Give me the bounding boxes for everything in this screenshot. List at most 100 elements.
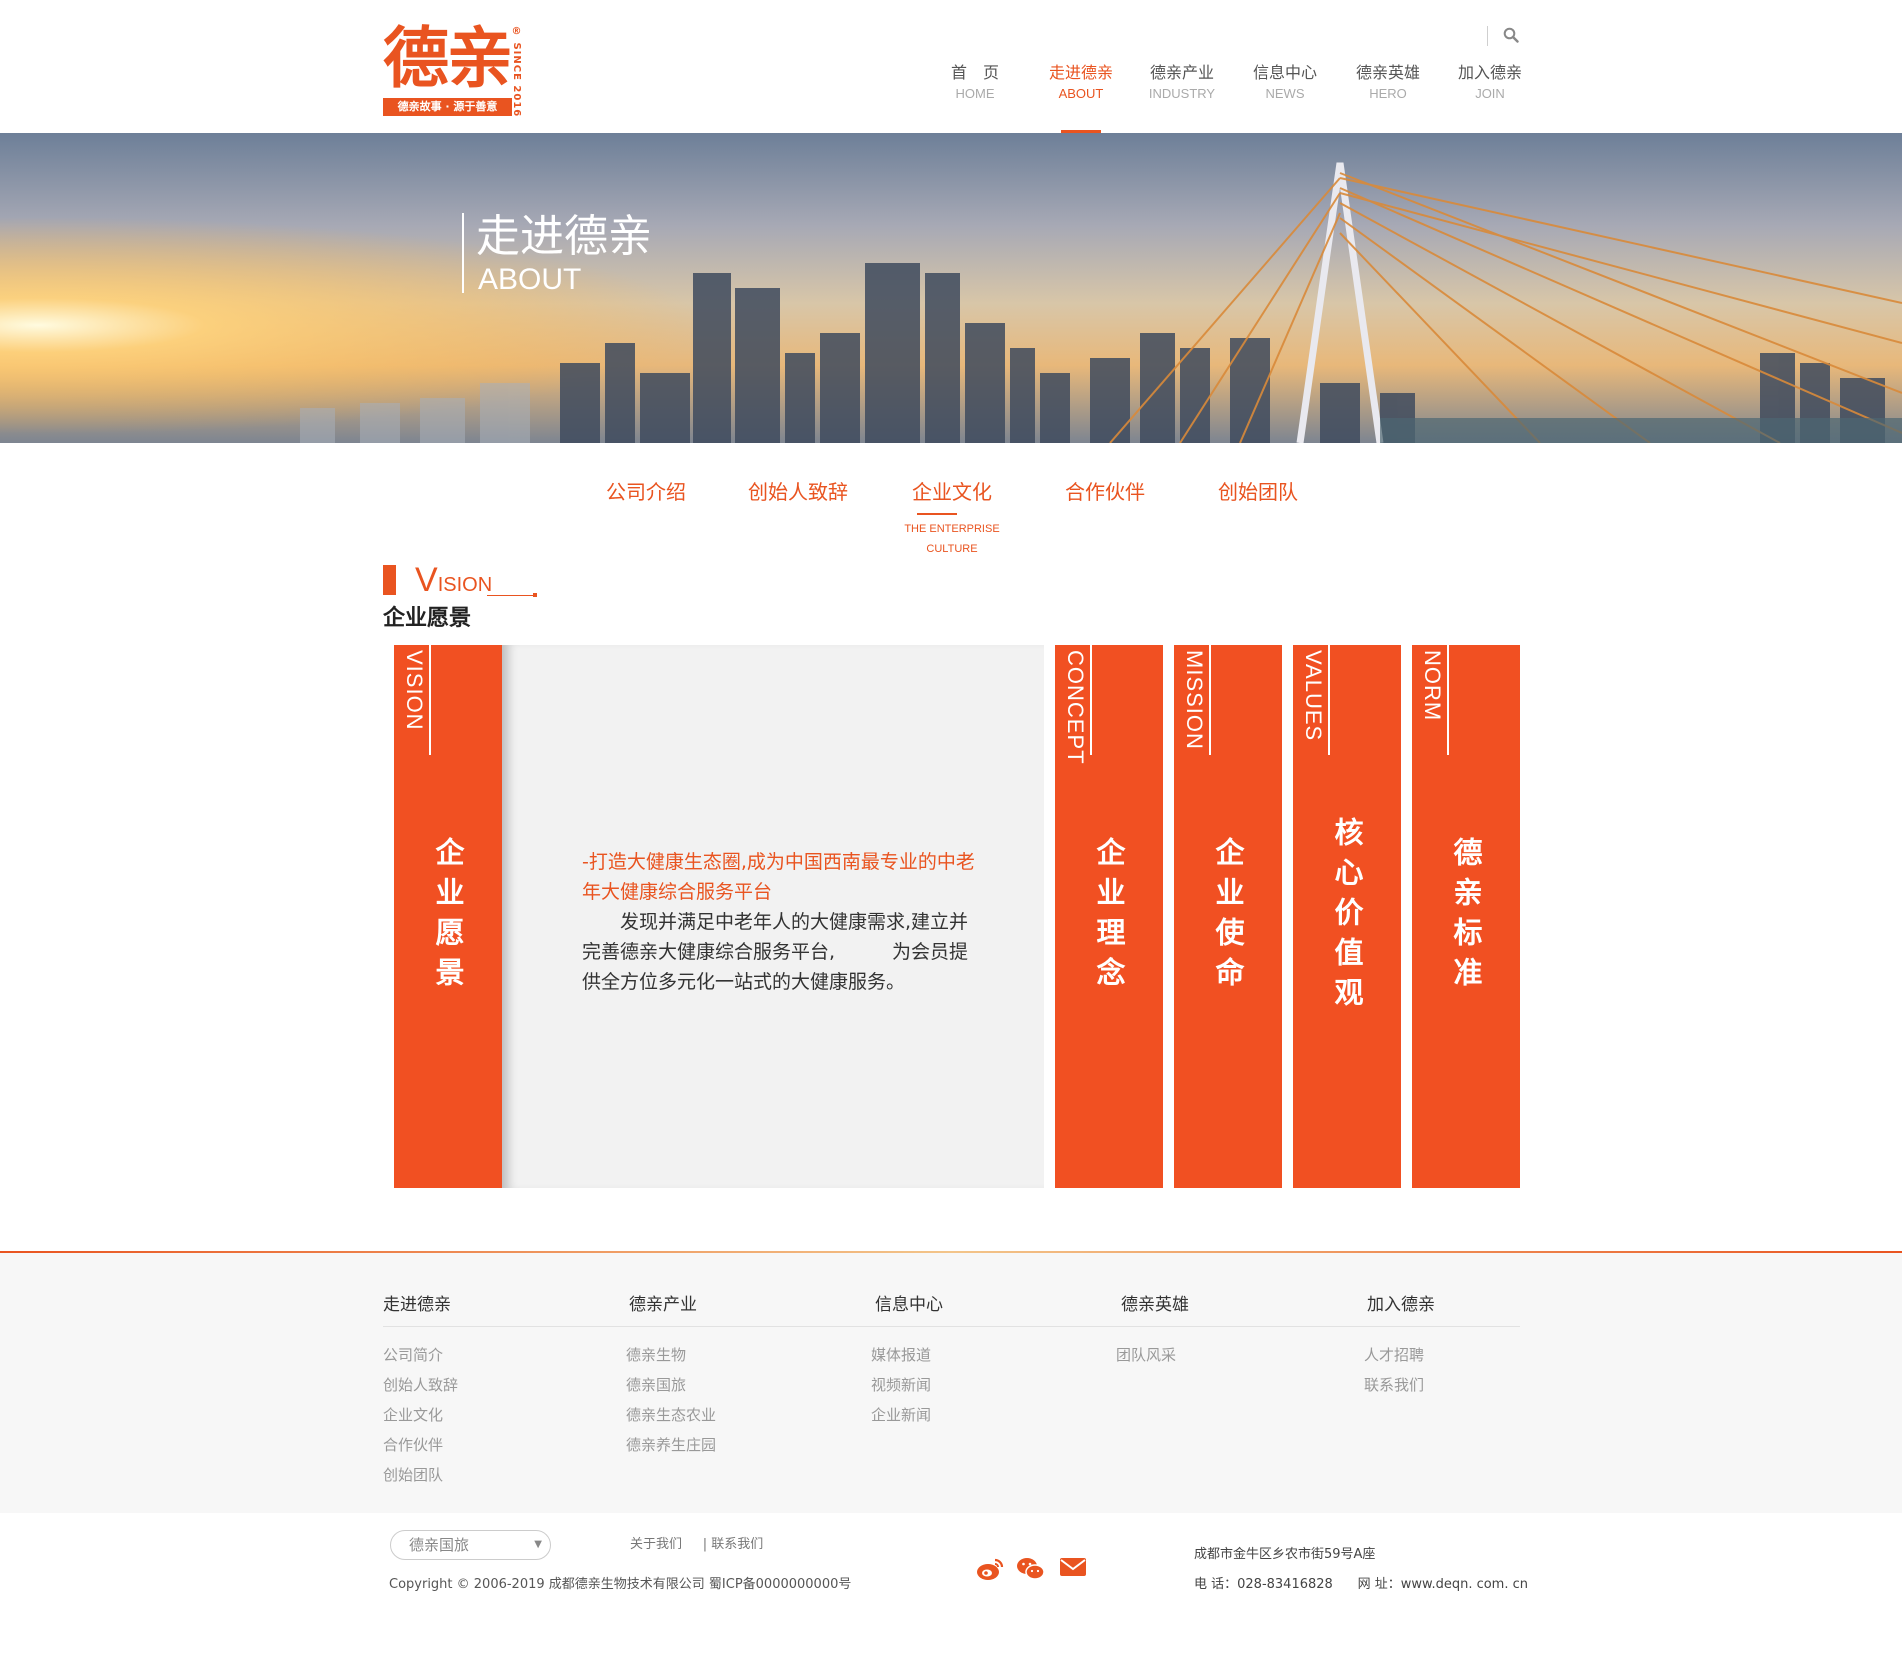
footer-column-industry: 德亲产业 xyxy=(629,1290,869,1320)
nav-sublabel: ABOUT xyxy=(1058,86,1104,101)
card-cn-label: 德亲标准 xyxy=(1449,836,1483,997)
contact-link[interactable]: | 联系我们 xyxy=(703,1537,764,1552)
footer-column-head[interactable]: 加入德亲 xyxy=(1367,1290,1607,1320)
logo[interactable]: 德亲 ® SINCE 2016 德亲故事 · 源于善意 xyxy=(383,22,531,118)
section-title-dot xyxy=(533,593,537,597)
banner: 走进德亲 ABOUT xyxy=(0,133,1902,443)
banner-accent-bar xyxy=(462,213,464,293)
footer-links-news: 媒体报道 视频新闻 企业新闻 xyxy=(871,1340,931,1430)
nav-label: 加入德亲 xyxy=(1457,63,1522,82)
footer-column-head[interactable]: 走进德亲 xyxy=(383,1290,623,1320)
bottom-bar xyxy=(0,1513,1902,1663)
section-marker xyxy=(383,565,396,595)
card-concept[interactable]: CONCEPT 企业理念 xyxy=(1055,645,1163,1188)
logo-since: ® SINCE 2016 xyxy=(511,26,522,118)
contact-address: 成都市金牛区乡农市街59号A座 xyxy=(1194,1547,1376,1562)
nav-item-news[interactable]: 信息中心 NEWS xyxy=(1240,62,1330,104)
footer-links-industry: 德亲生物 德亲国旅 德亲生态农业 德亲养生庄园 xyxy=(626,1340,716,1460)
search-icon[interactable] xyxy=(1503,27,1519,43)
footer-link[interactable]: 德亲生物 xyxy=(626,1340,716,1370)
card-cn-label: 企业愿景 xyxy=(431,836,465,997)
nav-sublabel: NEWS xyxy=(1265,86,1305,101)
section-title-en: VISION xyxy=(415,561,493,599)
chevron-down-icon: ▼ xyxy=(534,1539,542,1550)
section-title-underline xyxy=(487,595,537,596)
search-divider xyxy=(1487,26,1488,46)
site-select[interactable]: 德亲国旅 ▼ xyxy=(390,1530,551,1560)
tab-label: 创始人致辞 xyxy=(748,480,848,504)
footer-link[interactable]: 视频新闻 xyxy=(871,1370,931,1400)
footer-link[interactable]: 创始团队 xyxy=(383,1460,458,1490)
footer-link[interactable]: 公司简介 xyxy=(383,1340,458,1370)
footer-head-divider xyxy=(383,1326,1520,1327)
tab-enterprise-culture[interactable]: 企业文化 THE ENTERPRISE CULTURE xyxy=(887,475,1017,559)
tab-sublabel: THE ENTERPRISE CULTURE xyxy=(904,523,1000,555)
footer-link[interactable]: 联系我们 xyxy=(1364,1370,1424,1400)
footer-link[interactable]: 人才招聘 xyxy=(1364,1340,1424,1370)
weibo-icon[interactable] xyxy=(976,1556,1004,1582)
nav-sublabel: INDUSTRY xyxy=(1148,86,1216,101)
nav-item-hero[interactable]: 德亲英雄 HERO xyxy=(1343,62,1433,104)
footer-link[interactable]: 德亲国旅 xyxy=(626,1370,716,1400)
card-cn-label: 企业使命 xyxy=(1211,836,1245,997)
footer-column-join: 加入德亲 xyxy=(1367,1290,1607,1320)
card-mission[interactable]: MISSION 企业使命 xyxy=(1174,645,1282,1188)
footer-column-head[interactable]: 信息中心 xyxy=(875,1290,1115,1320)
card-cn-label: 企业理念 xyxy=(1092,836,1126,997)
footer-link[interactable]: 团队风采 xyxy=(1116,1340,1176,1370)
card-norm[interactable]: NORM 德亲标准 xyxy=(1412,645,1520,1188)
nav-item-join[interactable]: 加入德亲 JOIN xyxy=(1445,62,1535,104)
card-cn-wrap: 德亲标准 xyxy=(1412,645,1520,1188)
footer-column-hero: 德亲英雄 xyxy=(1121,1290,1361,1320)
footer-links-join: 人才招聘 联系我们 xyxy=(1364,1340,1424,1400)
nav-item-industry[interactable]: 德亲产业 INDUSTRY xyxy=(1137,62,1227,104)
footer-link[interactable]: 媒体报道 xyxy=(871,1340,931,1370)
tab-active-underline xyxy=(917,513,957,515)
tab-company-intro[interactable]: 公司介绍 xyxy=(581,475,711,509)
card-cn-wrap: 企业使命 xyxy=(1174,645,1282,1188)
footer-link[interactable]: 企业新闻 xyxy=(871,1400,931,1430)
tab-founding-team[interactable]: 创始团队 xyxy=(1193,475,1323,509)
tab-label: 合作伙伴 xyxy=(1065,480,1145,504)
banner-subtitle: ABOUT xyxy=(478,263,582,296)
site-select-value: 德亲国旅 xyxy=(409,1536,470,1554)
footer-link[interactable]: 合作伙伴 xyxy=(383,1430,458,1460)
wechat-icon[interactable] xyxy=(1016,1556,1045,1582)
contact-phone-website: 电 话：028-83416828 网 址：www.deqn. com. cn xyxy=(1194,1575,1528,1595)
tab-partners[interactable]: 合作伙伴 xyxy=(1040,475,1170,509)
footer-links-about: 公司简介 创始人致辞 企业文化 合作伙伴 创始团队 xyxy=(383,1340,458,1490)
card-vision[interactable]: VISION 企业愿景 xyxy=(394,645,502,1188)
footer-column-head[interactable]: 德亲英雄 xyxy=(1121,1290,1361,1320)
banner-cityscape xyxy=(0,133,1902,443)
header: 德亲 ® SINCE 2016 德亲故事 · 源于善意 首 页 HOME 走进德亲… xyxy=(0,0,1902,133)
copyright: Copyright © 2006-2019 成都德亲生物技术有限公司 蜀ICP备… xyxy=(389,1577,852,1592)
nav-sublabel: JOIN xyxy=(1475,86,1505,101)
footer-link[interactable]: 企业文化 xyxy=(383,1400,458,1430)
vision-body: 发现并满足中老年人的大健康需求,建立并完善德亲大健康综合服务平台, 为会员提供全… xyxy=(582,911,969,993)
vision-title: -打造大健康生态圈,成为中国西南最专业的中老年大健康综合服务平台 xyxy=(582,851,975,903)
section-title-cn: 企业愿景 xyxy=(383,606,472,631)
footer-link[interactable]: 德亲生态农业 xyxy=(626,1400,716,1430)
footer-column-about: 走进德亲 xyxy=(383,1290,623,1320)
card-values[interactable]: VALUES 核心价值观 xyxy=(1293,645,1401,1188)
nav-label: 德亲英雄 xyxy=(1355,63,1420,82)
nav-sublabel: HOME xyxy=(955,86,995,101)
nav-label: 走进德亲 xyxy=(1048,63,1113,82)
tab-founder-speech[interactable]: 创始人致辞 xyxy=(733,475,863,509)
footer-link[interactable]: 创始人致辞 xyxy=(383,1370,458,1400)
card-cn-label: 核心价值观 xyxy=(1330,816,1364,1017)
nav-item-home[interactable]: 首 页 HOME xyxy=(930,62,1020,104)
nav-label: 首 页 xyxy=(950,63,999,82)
nav-label: 德亲产业 xyxy=(1149,63,1214,82)
footer-column-head[interactable]: 德亲产业 xyxy=(629,1290,869,1320)
mail-icon[interactable] xyxy=(1059,1556,1087,1582)
nav-label: 信息中心 xyxy=(1252,63,1317,82)
nav-item-about[interactable]: 走进德亲 ABOUT xyxy=(1036,62,1126,104)
tab-label: 公司介绍 xyxy=(606,480,686,504)
banner-title: 走进德亲 xyxy=(476,211,652,262)
footer-link[interactable]: 德亲养生庄园 xyxy=(626,1430,716,1460)
contact-phone: 电 话：028-83416828 xyxy=(1194,1577,1333,1592)
logo-slogan: 德亲故事 · 源于善意 xyxy=(383,98,512,116)
about-link[interactable]: 关于我们 xyxy=(630,1537,682,1552)
card-cn-wrap: 企业理念 xyxy=(1055,645,1163,1188)
